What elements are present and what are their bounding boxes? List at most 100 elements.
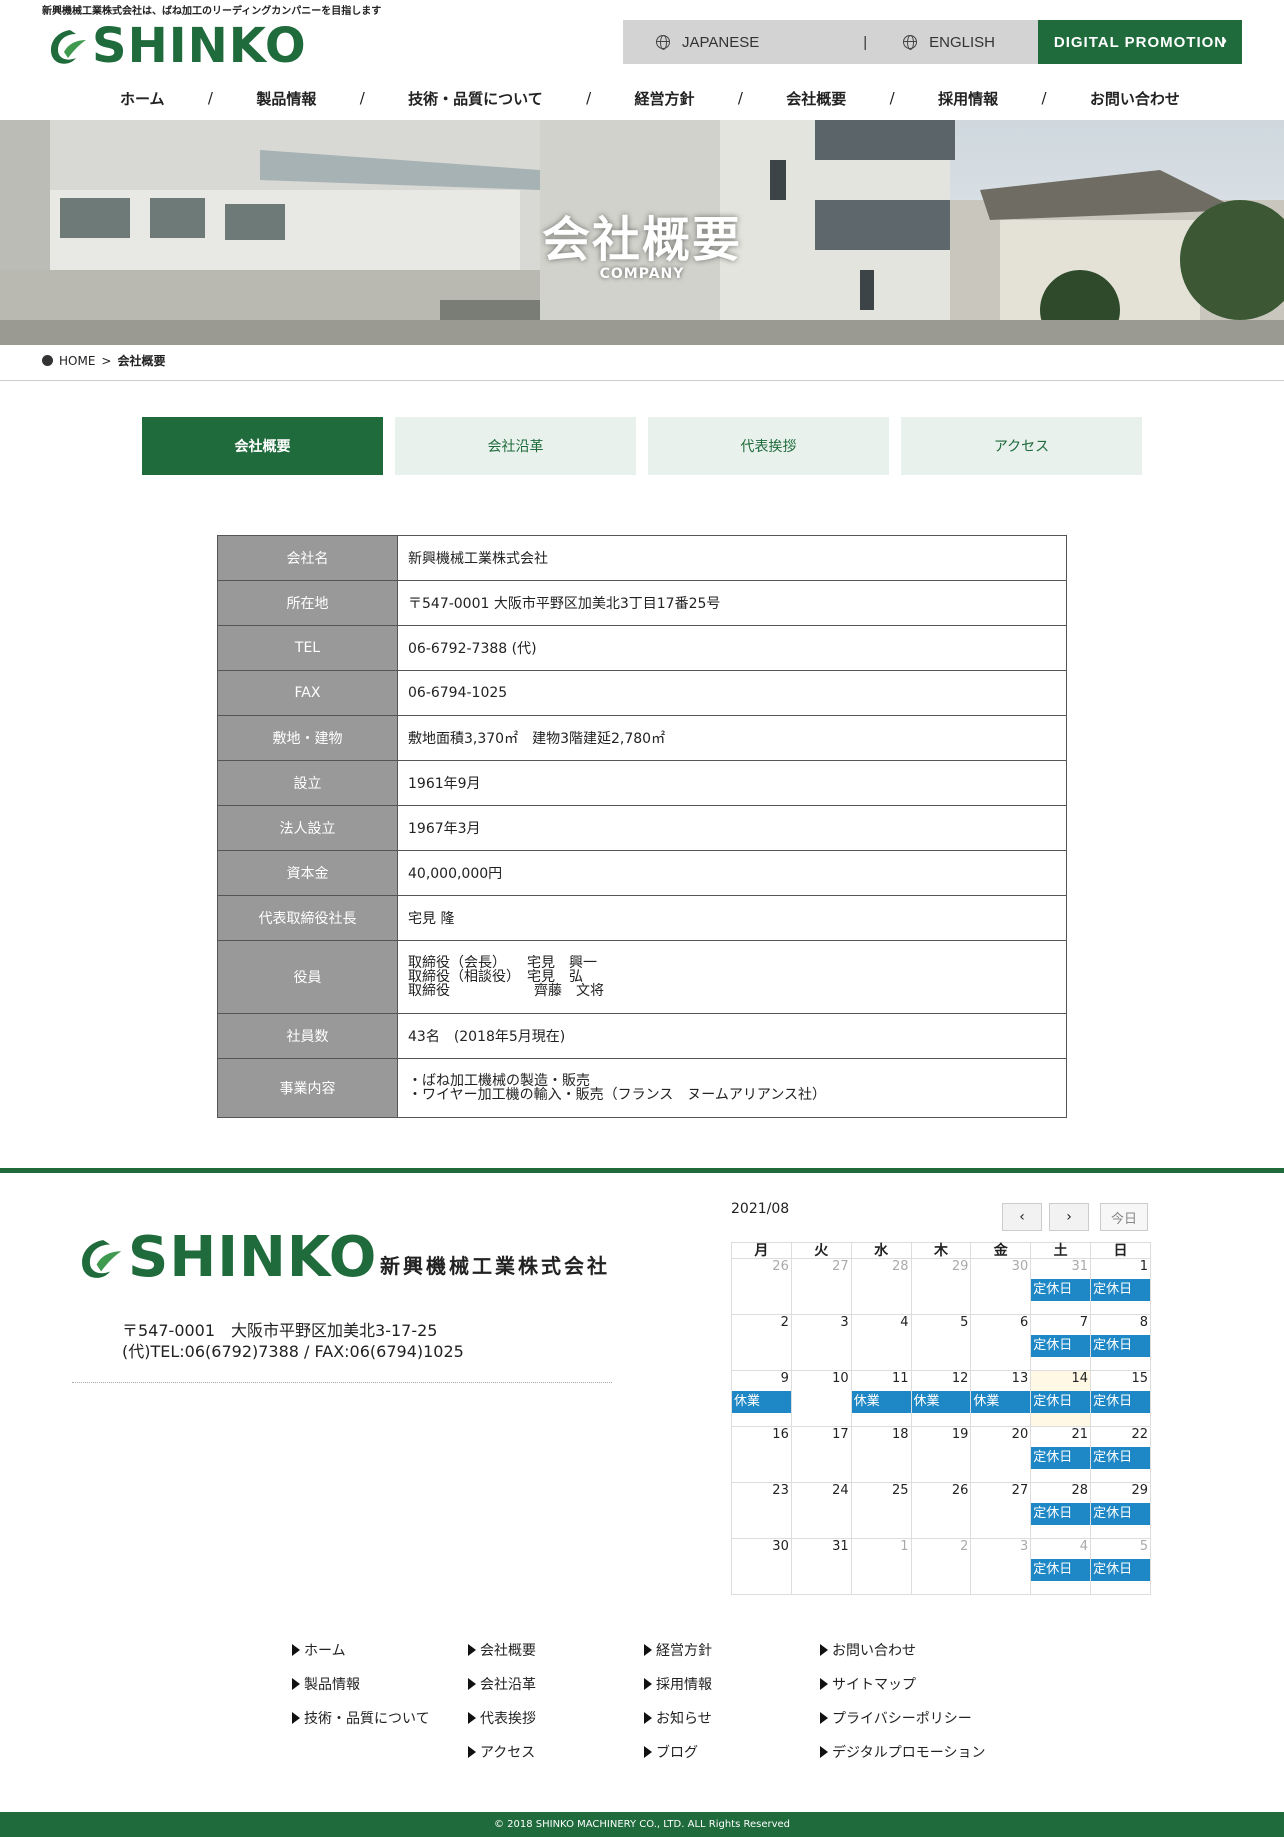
footer-link[interactable]: アクセス — [468, 1742, 644, 1762]
calendar-event[interactable]: 休業 — [911, 1391, 971, 1413]
calendar-day[interactable]: 31 — [790, 1538, 852, 1595]
calendar-day[interactable]: 15 定休日 — [1090, 1370, 1151, 1427]
calendar-event[interactable]: 定休日 — [1031, 1391, 1091, 1413]
calendar-day[interactable]: 7 定休日 — [1030, 1314, 1092, 1371]
calendar-event[interactable]: 定休日 — [1091, 1503, 1150, 1525]
nav-item-company[interactable]: 会社概要 — [786, 88, 846, 109]
calendar-day[interactable]: 30 — [970, 1258, 1032, 1315]
calendar-day[interactable]: 4 定休日 — [1030, 1538, 1092, 1595]
nav-separator: / — [359, 89, 365, 107]
table-row: 法人設立 1967年3月 — [217, 805, 1067, 851]
footer-link[interactable]: サイトマップ — [820, 1674, 1012, 1694]
calendar-day[interactable]: 30 — [731, 1538, 792, 1595]
calendar-day[interactable]: 1 — [850, 1538, 912, 1595]
calendar-event[interactable]: 定休日 — [1031, 1559, 1091, 1581]
nav-item-policy[interactable]: 経営方針 — [634, 88, 694, 109]
calendar-day[interactable]: 8 定休日 — [1090, 1314, 1151, 1371]
calendar-day[interactable]: 28 定休日 — [1030, 1482, 1092, 1539]
calendar-event[interactable]: 定休日 — [1091, 1559, 1150, 1581]
lang-japanese[interactable]: JAPANESE — [656, 34, 759, 51]
calendar-day[interactable]: 27 — [970, 1482, 1032, 1539]
calendar-event[interactable]: 定休日 — [1091, 1335, 1150, 1357]
nav-item-recruit[interactable]: 採用情報 — [938, 88, 998, 109]
tab-greeting[interactable]: 代表挨拶 — [648, 417, 889, 475]
calendar-day[interactable]: 23 — [731, 1482, 792, 1539]
footer-link[interactable]: プライバシーポリシー — [820, 1708, 1012, 1728]
calendar-day[interactable]: 18 — [850, 1426, 912, 1483]
calendar-event[interactable]: 定休日 — [1091, 1447, 1150, 1469]
calendar-event[interactable]: 定休日 — [1091, 1391, 1150, 1413]
calendar-day[interactable]: 6 — [970, 1314, 1032, 1371]
triangle-right-icon — [820, 1746, 828, 1758]
calendar-day[interactable]: 3 — [790, 1314, 852, 1371]
footer-link[interactable]: ブログ — [644, 1742, 820, 1762]
calendar-day[interactable]: 10 — [790, 1370, 852, 1427]
calendar-day[interactable]: 2 — [731, 1314, 792, 1371]
calendar-day[interactable]: 31 定休日 — [1030, 1258, 1092, 1315]
calendar-day[interactable]: 27 — [790, 1258, 852, 1315]
day-number: 1 — [1139, 1259, 1148, 1274]
calendar-event[interactable]: 定休日 — [1031, 1335, 1091, 1357]
calendar-next-button[interactable]: › — [1049, 1203, 1089, 1231]
footer-link[interactable]: デジタルプロモーション — [820, 1742, 1012, 1762]
footer-top-border — [0, 1168, 1284, 1173]
calendar-event[interactable]: 定休日 — [1031, 1503, 1091, 1525]
tab-company-overview[interactable]: 会社概要 — [142, 417, 383, 475]
nav-item-home[interactable]: ホーム — [120, 88, 165, 109]
calendar-day[interactable]: 29 — [910, 1258, 972, 1315]
calendar-event[interactable]: 定休日 — [1031, 1447, 1091, 1469]
nav-item-technology[interactable]: 技術・品質について — [408, 88, 543, 109]
calendar-event[interactable]: 休業 — [851, 1391, 911, 1413]
calendar-day[interactable]: 22 定休日 — [1090, 1426, 1151, 1483]
footer-link[interactable]: 経営方針 — [644, 1640, 820, 1660]
calendar-prev-button[interactable]: ‹ — [1002, 1203, 1042, 1231]
site-logo[interactable]: SHINKO — [42, 22, 307, 70]
footer-link[interactable]: お知らせ — [644, 1708, 820, 1728]
calendar-day[interactable]: 17 — [790, 1426, 852, 1483]
footer-link[interactable]: 代表挨拶 — [468, 1708, 644, 1728]
footer-link[interactable]: 技術・品質について — [292, 1708, 468, 1728]
calendar-day[interactable]: 13 休業 — [970, 1370, 1032, 1427]
calendar-day[interactable]: 20 — [970, 1426, 1032, 1483]
calendar-event[interactable]: 定休日 — [1031, 1279, 1091, 1301]
calendar-day[interactable]: 24 — [790, 1482, 852, 1539]
calendar-day[interactable]: 11 休業 — [850, 1370, 912, 1427]
footer-link[interactable]: 製品情報 — [292, 1674, 468, 1694]
nav-item-contact[interactable]: お問い合わせ — [1090, 88, 1180, 109]
calendar-day[interactable]: 1 定休日 — [1090, 1258, 1151, 1315]
footer-link[interactable]: ホーム — [292, 1640, 468, 1660]
calendar-day[interactable]: 5 定休日 — [1090, 1538, 1151, 1595]
footer-link[interactable]: 会社沿革 — [468, 1674, 644, 1694]
tab-history[interactable]: 会社沿革 — [395, 417, 636, 475]
calendar-day[interactable]: 16 — [731, 1426, 792, 1483]
digital-promotion-button[interactable]: DIGITAL PROMOTION › — [1038, 20, 1242, 64]
calendar-day[interactable]: 5 — [910, 1314, 972, 1371]
calendar-day[interactable]: 26 — [910, 1482, 972, 1539]
calendar-day[interactable]: 29 定休日 — [1090, 1482, 1151, 1539]
footer-link[interactable]: 採用情報 — [644, 1674, 820, 1694]
calendar-day[interactable]: 4 — [850, 1314, 912, 1371]
footer-logo[interactable]: SHINKO — [72, 1230, 377, 1286]
calendar-day[interactable]: 9 休業 — [731, 1370, 792, 1427]
calendar-day[interactable]: 3 — [970, 1538, 1032, 1595]
calendar-day[interactable]: 25 — [850, 1482, 912, 1539]
calendar-day[interactable]: 2 — [910, 1538, 972, 1595]
calendar-day[interactable]: 21 定休日 — [1030, 1426, 1092, 1483]
calendar-event[interactable]: 休業 — [732, 1391, 791, 1413]
calendar-day[interactable]: 26 — [731, 1258, 792, 1315]
calendar-today-button[interactable]: 今日 — [1100, 1203, 1148, 1231]
triangle-right-icon — [644, 1712, 652, 1724]
calendar-day[interactable]: 14 定休日 — [1030, 1370, 1092, 1427]
breadcrumb-home[interactable]: HOME — [59, 354, 95, 368]
tab-access[interactable]: アクセス — [901, 417, 1142, 475]
calendar-day[interactable]: 28 — [850, 1258, 912, 1315]
calendar-event[interactable]: 休業 — [971, 1391, 1031, 1413]
nav-item-products[interactable]: 製品情報 — [256, 88, 316, 109]
day-number: 20 — [1011, 1427, 1029, 1442]
calendar-day[interactable]: 12 休業 — [910, 1370, 972, 1427]
calendar-day[interactable]: 19 — [910, 1426, 972, 1483]
footer-link[interactable]: お問い合わせ — [820, 1640, 1012, 1660]
lang-english[interactable]: ENGLISH — [903, 34, 995, 51]
footer-link[interactable]: 会社概要 — [468, 1640, 644, 1660]
calendar-event[interactable]: 定休日 — [1091, 1279, 1150, 1301]
